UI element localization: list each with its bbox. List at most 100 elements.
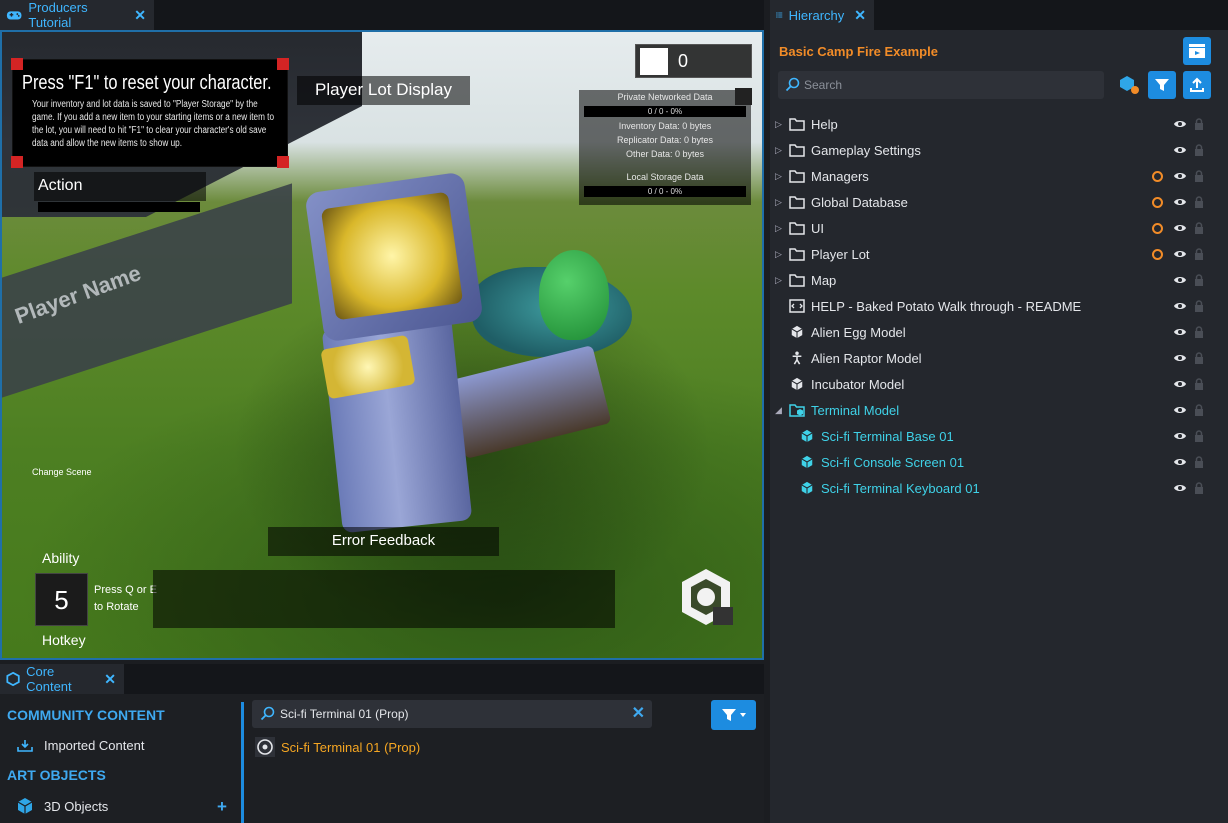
lock-icon[interactable] <box>1194 482 1204 494</box>
lock-icon[interactable] <box>1194 170 1204 182</box>
search-icon <box>785 77 800 92</box>
visibility-eye-icon[interactable] <box>1173 483 1187 493</box>
lock-icon[interactable] <box>1194 196 1204 208</box>
hierarchy-row[interactable]: Alien Egg Model <box>770 319 1228 345</box>
tab-core-content[interactable]: Core Content ✕ <box>0 664 124 694</box>
lock-icon[interactable] <box>1194 404 1204 416</box>
ability-key[interactable]: 5 <box>35 573 88 626</box>
lock-icon[interactable] <box>1194 118 1204 130</box>
hierarchy-row[interactable]: ▷ UI <box>770 215 1228 241</box>
visibility-eye-icon[interactable] <box>1173 145 1187 155</box>
hierarchy-row[interactable]: ▷ Managers <box>770 163 1228 189</box>
hierarchy-row-label: Terminal Model <box>811 402 900 418</box>
lock-icon[interactable] <box>1194 222 1204 234</box>
filter-button[interactable] <box>711 700 756 730</box>
viewport-tabbar: Producers Tutorial ✕ <box>0 0 764 30</box>
visibility-eye-icon[interactable] <box>1173 119 1187 129</box>
scene-settings-button[interactable] <box>1183 37 1211 65</box>
hotkey-label: Hotkey <box>42 632 86 648</box>
community-content-heading: COMMUNITY CONTENT <box>7 707 165 723</box>
action-label: Action <box>38 177 83 194</box>
3d-objects-label: 3D Objects <box>44 798 109 814</box>
expand-arrow-icon[interactable]: ▷ <box>775 197 782 208</box>
core-search-input[interactable]: Sci-fi Terminal 01 (Prop) ✕ <box>252 700 652 728</box>
expand-arrow-icon[interactable]: ▷ <box>775 275 782 286</box>
ability-bar <box>153 570 615 628</box>
visibility-eye-icon[interactable] <box>1173 197 1187 207</box>
visibility-eye-icon[interactable] <box>1173 457 1187 467</box>
hierarchy-row[interactable]: Sci-fi Terminal Base 01 <box>770 423 1228 449</box>
visibility-eye-icon[interactable] <box>1173 431 1187 441</box>
expand-arrow-icon[interactable]: ▷ <box>775 171 782 182</box>
hierarchy-row[interactable]: ▷ Map <box>770 267 1228 293</box>
close-icon[interactable]: ✕ <box>854 7 866 24</box>
lock-icon[interactable] <box>1194 326 1204 338</box>
hierarchy-row-label: UI <box>811 220 824 236</box>
expanded-arrow-icon[interactable]: ◢ <box>775 405 782 416</box>
visibility-eye-icon[interactable] <box>1173 275 1187 285</box>
game-viewport[interactable]: Player Name Press "F1" to reset your cha… <box>0 30 764 660</box>
cube-icon <box>799 481 815 495</box>
search-result-item[interactable]: Sci-fi Terminal 01 (Prop) <box>255 737 420 757</box>
visibility-eye-icon[interactable] <box>1173 301 1187 311</box>
lock-icon[interactable] <box>1194 378 1204 390</box>
close-icon[interactable]: ✕ <box>104 671 116 688</box>
lock-icon[interactable] <box>1194 352 1204 364</box>
visibility-eye-icon[interactable] <box>1173 353 1187 363</box>
hierarchy-row[interactable]: ▷ Help <box>770 111 1228 137</box>
lock-icon[interactable] <box>1194 274 1204 286</box>
imported-content-label: Imported Content <box>44 738 145 753</box>
lock-icon[interactable] <box>1194 144 1204 156</box>
expand-arrow-icon[interactable]: ▷ <box>775 223 782 234</box>
add-category-button[interactable]: + <box>217 797 227 817</box>
folder-icon <box>789 195 805 209</box>
change-scene-link[interactable]: Change Scene <box>32 467 92 477</box>
hierarchy-row[interactable]: Incubator Model <box>770 371 1228 397</box>
tab-hierarchy[interactable]: Hierarchy ✕ <box>770 0 874 30</box>
visibility-eye-icon[interactable] <box>1173 171 1187 181</box>
folder-icon <box>789 221 805 235</box>
template-icon <box>255 737 275 757</box>
panel-divider[interactable] <box>241 702 244 823</box>
expand-arrow-icon[interactable]: ▷ <box>775 119 782 130</box>
inventory-data: Inventory Data: 0 bytes <box>618 121 712 131</box>
clear-search-icon[interactable]: ✕ <box>632 703 645 723</box>
hierarchy-row[interactable]: Alien Raptor Model <box>770 345 1228 371</box>
hierarchy-row[interactable]: HELP - Baked Potato Walk through - READM… <box>770 293 1228 319</box>
hierarchy-row-label: Alien Egg Model <box>811 324 906 340</box>
terminal-base-arm <box>446 345 612 459</box>
tab-producers-tutorial[interactable]: Producers Tutorial ✕ <box>0 0 154 30</box>
hierarchy-search-input[interactable]: Search <box>778 71 1104 99</box>
lock-icon[interactable] <box>1194 248 1204 260</box>
local-storage-title: Local Storage Data <box>626 172 704 182</box>
hierarchy-row[interactable]: ▷ Gameplay Settings <box>770 137 1228 163</box>
lock-icon[interactable] <box>1194 456 1204 468</box>
hierarchy-row[interactable]: Sci-fi Terminal Keyboard 01 <box>770 475 1228 501</box>
visibility-eye-icon[interactable] <box>1173 379 1187 389</box>
networked-indicator-icon <box>1152 170 1163 182</box>
hierarchy-row[interactable]: ▷ Global Database <box>770 189 1228 215</box>
hierarchy-row[interactable]: ▷ Player Lot <box>770 241 1228 267</box>
close-icon[interactable]: ✕ <box>134 7 146 24</box>
art-objects-heading: ART OBJECTS <box>7 767 106 783</box>
lock-icon[interactable] <box>1194 430 1204 442</box>
visibility-eye-icon[interactable] <box>1173 327 1187 337</box>
upload-button[interactable] <box>1183 71 1211 99</box>
networked-object-icon[interactable] <box>1118 75 1140 95</box>
expand-arrow-icon[interactable]: ▷ <box>775 145 782 156</box>
terminal-screen <box>320 191 464 321</box>
hierarchy-row[interactable]: Sci-fi Console Screen 01 <box>770 449 1228 475</box>
visibility-eye-icon[interactable] <box>1173 249 1187 259</box>
hierarchy-row-label: Incubator Model <box>811 376 905 392</box>
visibility-eye-icon[interactable] <box>1173 223 1187 233</box>
hierarchy-row[interactable]: ◢ Terminal Model <box>770 397 1228 423</box>
stats-toggle[interactable] <box>735 88 752 105</box>
imported-content-item[interactable]: Imported Content <box>16 738 144 753</box>
visibility-eye-icon[interactable] <box>1173 405 1187 415</box>
scene-title: Basic Camp Fire Example <box>779 44 938 59</box>
3d-objects-item[interactable]: 3D Objects <box>16 797 108 815</box>
hierarchy-filter-button[interactable] <box>1148 71 1176 99</box>
lock-icon[interactable] <box>1194 300 1204 312</box>
expand-arrow-icon[interactable]: ▷ <box>775 249 782 260</box>
hierarchy-row-label: Sci-fi Console Screen 01 <box>821 454 965 470</box>
